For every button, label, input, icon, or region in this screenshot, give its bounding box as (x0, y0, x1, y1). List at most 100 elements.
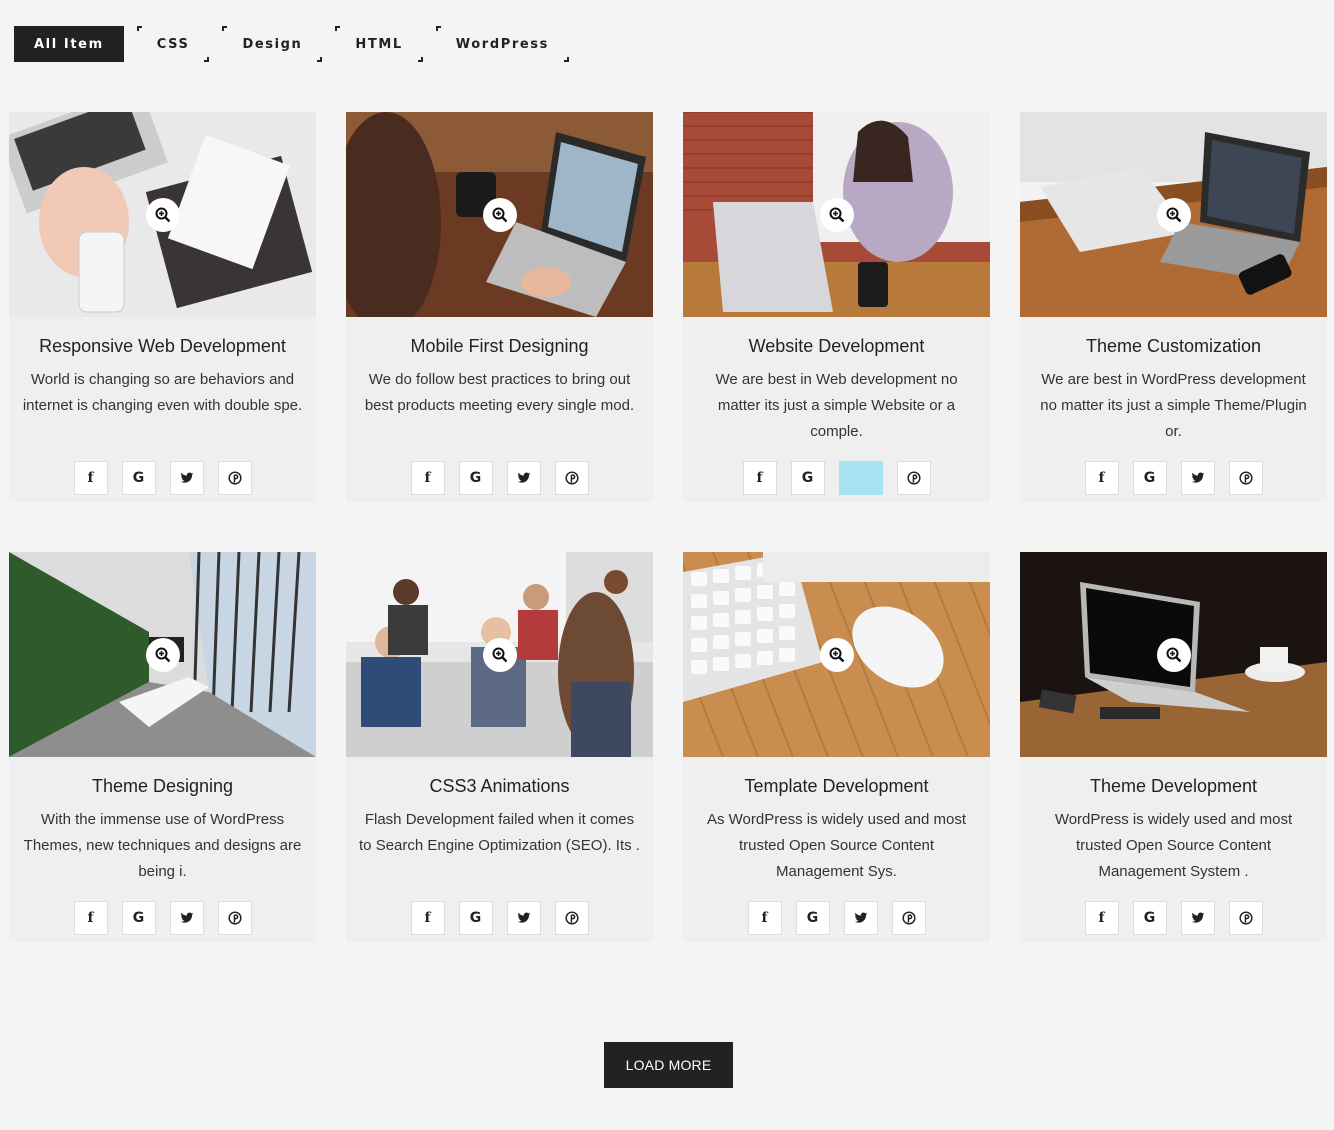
zoom-icon[interactable] (1156, 637, 1191, 672)
facebook-icon: f (424, 470, 431, 486)
twitter-share-button[interactable] (843, 901, 878, 935)
card-title[interactable]: Mobile First Designing (346, 335, 653, 357)
zoom-icon[interactable] (482, 197, 517, 232)
card-title[interactable]: CSS3 Animations (346, 775, 653, 797)
google-share-button[interactable]: G (458, 461, 493, 495)
twitter-share-button[interactable] (1180, 901, 1215, 935)
pinterest-icon (227, 911, 242, 925)
card-thumbnail[interactable] (9, 112, 316, 317)
card-description: Flash Development failed when it comes t… (359, 811, 640, 854)
load-more-button[interactable]: LOAD MORE (604, 1042, 733, 1088)
pinterest-share-button[interactable] (554, 901, 589, 935)
google-icon: G (1143, 470, 1156, 486)
facebook-share-button[interactable]: f (73, 901, 108, 935)
facebook-share-button[interactable]: f (1084, 461, 1119, 495)
card-thumbnail[interactable] (346, 552, 653, 757)
pinterest-share-button[interactable] (217, 461, 252, 495)
filter-wordpress[interactable]: WordPress (435, 26, 569, 62)
google-share-button[interactable]: G (790, 461, 825, 495)
facebook-share-button[interactable]: f (742, 461, 777, 495)
card-description: As WordPress is widely used and most tru… (707, 811, 966, 880)
pinterest-share-button[interactable] (896, 461, 931, 495)
google-share-button[interactable]: G (1132, 901, 1167, 935)
zoom-icon[interactable] (819, 637, 854, 672)
google-icon: G (1143, 910, 1156, 926)
facebook-icon: f (1098, 910, 1105, 926)
card-description: We do follow best practices to bring out… (364, 371, 635, 414)
zoom-icon[interactable] (819, 197, 854, 232)
social-share-bar: fG (1020, 461, 1327, 495)
pinterest-share-button[interactable] (1228, 461, 1263, 495)
twitter-share-button[interactable] (169, 901, 204, 935)
facebook-share-button[interactable]: f (410, 461, 445, 495)
google-icon: G (469, 910, 482, 926)
social-share-bar: fG (9, 901, 316, 935)
zoom-icon[interactable] (1156, 197, 1191, 232)
filter-css[interactable]: CSS (136, 26, 210, 62)
card-thumbnail[interactable] (1020, 112, 1327, 317)
twitter-icon (517, 911, 531, 925)
twitter-icon (180, 911, 194, 925)
card-title[interactable]: Template Development (683, 775, 990, 797)
facebook-icon: f (761, 910, 768, 926)
pinterest-share-button[interactable] (1228, 901, 1263, 935)
facebook-share-button[interactable]: f (747, 901, 782, 935)
card-description: We are best in Web development no matter… (715, 371, 958, 440)
twitter-icon (854, 911, 868, 925)
portfolio-grid: Responsive Web Development World is chan… (9, 112, 1327, 942)
pinterest-share-button[interactable] (891, 901, 926, 935)
google-icon: G (801, 470, 814, 486)
facebook-icon: f (87, 470, 94, 486)
card-title[interactable]: Responsive Web Development (9, 335, 316, 357)
google-share-button[interactable]: G (1132, 461, 1167, 495)
social-share-bar: fG (1020, 901, 1327, 935)
social-share-bar: fG (346, 901, 653, 935)
filter-all-item[interactable]: All Item (14, 26, 124, 62)
card-thumbnail[interactable] (683, 112, 990, 317)
twitter-share-button[interactable] (506, 461, 541, 495)
facebook-share-button[interactable]: f (410, 901, 445, 935)
pinterest-icon (1238, 911, 1253, 925)
card-thumbnail[interactable] (346, 112, 653, 317)
filter-html[interactable]: HTML (335, 26, 423, 62)
card-thumbnail[interactable] (1020, 552, 1327, 757)
pinterest-share-button[interactable] (554, 461, 589, 495)
card-title[interactable]: Website Development (683, 335, 990, 357)
zoom-icon[interactable] (145, 637, 180, 672)
google-share-button[interactable]: G (121, 461, 156, 495)
portfolio-card: Responsive Web Development World is chan… (9, 112, 316, 502)
card-title[interactable]: Theme Designing (9, 775, 316, 797)
google-share-button[interactable]: G (795, 901, 830, 935)
card-description: WordPress is widely used and most truste… (1054, 811, 1293, 880)
twitter-share-button[interactable] (838, 461, 883, 495)
twitter-icon (1191, 911, 1205, 925)
card-thumbnail[interactable] (683, 552, 990, 757)
pinterest-icon (564, 471, 579, 485)
facebook-share-button[interactable]: f (1084, 901, 1119, 935)
portfolio-card: Theme Development WordPress is widely us… (1020, 552, 1327, 942)
portfolio-card: Website Development We are best in Web d… (683, 112, 990, 502)
zoom-icon[interactable] (145, 197, 180, 232)
twitter-share-button[interactable] (506, 901, 541, 935)
twitter-share-button[interactable] (1180, 461, 1215, 495)
google-share-button[interactable]: G (121, 901, 156, 935)
card-thumbnail[interactable] (9, 552, 316, 757)
twitter-icon (180, 471, 194, 485)
facebook-share-button[interactable]: f (73, 461, 108, 495)
card-title[interactable]: Theme Customization (1020, 335, 1327, 357)
zoom-icon[interactable] (482, 637, 517, 672)
twitter-icon (1191, 471, 1205, 485)
card-title[interactable]: Theme Development (1020, 775, 1327, 797)
portfolio-card: CSS3 Animations Flash Development failed… (346, 552, 653, 942)
google-icon: G (132, 470, 145, 486)
portfolio-card: Mobile First Designing We do follow best… (346, 112, 653, 502)
google-icon: G (469, 470, 482, 486)
twitter-share-button[interactable] (169, 461, 204, 495)
card-description: With the immense use of WordPress Themes… (23, 811, 302, 880)
pinterest-icon (901, 911, 916, 925)
pinterest-icon (564, 911, 579, 925)
portfolio-card: Theme Designing With the immense use of … (9, 552, 316, 942)
pinterest-share-button[interactable] (217, 901, 252, 935)
filter-design[interactable]: Design (222, 26, 323, 62)
google-share-button[interactable]: G (458, 901, 493, 935)
